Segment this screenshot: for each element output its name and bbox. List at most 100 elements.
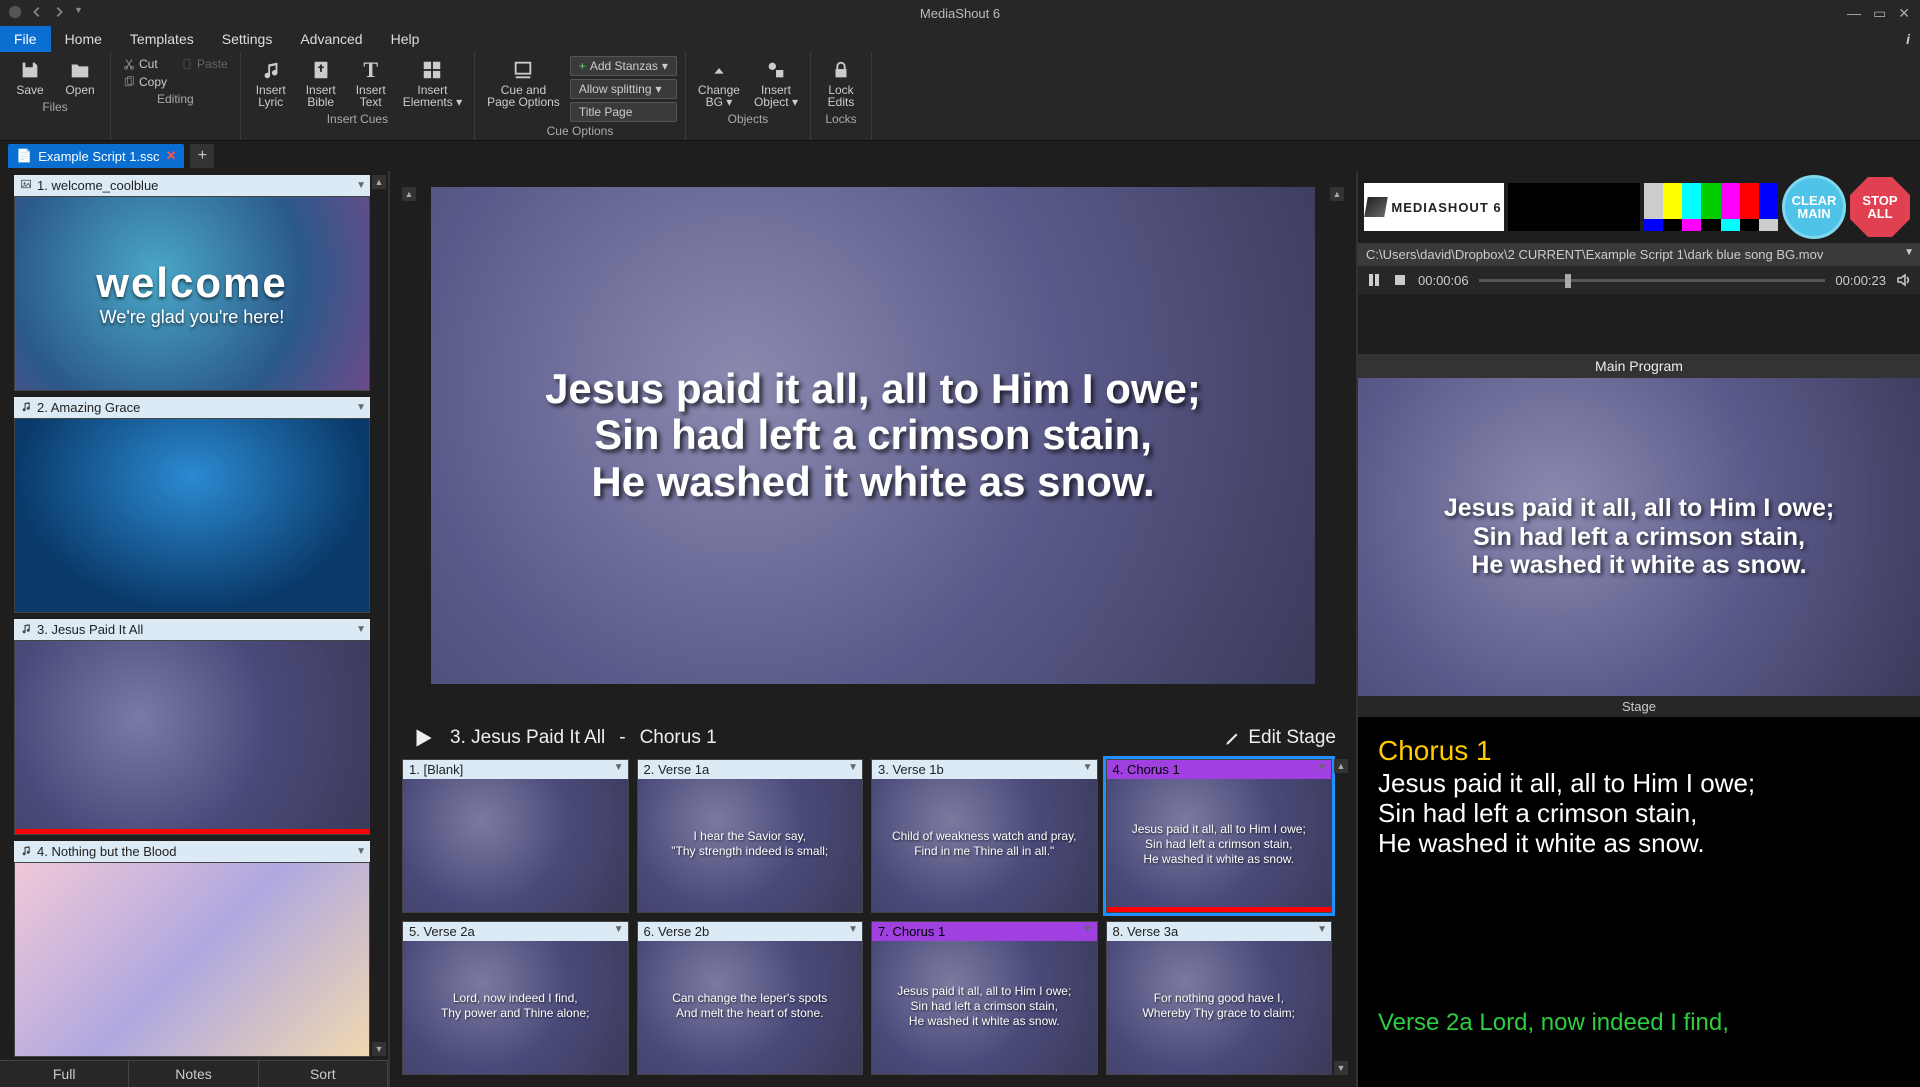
chevron-down-icon[interactable]: ▼ xyxy=(848,762,858,773)
chevron-down-icon[interactable]: ▼ xyxy=(1083,762,1093,773)
chevron-down-icon[interactable]: ▼ xyxy=(1317,924,1327,935)
title-page-button[interactable]: Title Page xyxy=(570,102,677,122)
insert-lyric-button[interactable]: Insert Lyric xyxy=(249,56,293,110)
open-button[interactable]: Open xyxy=(58,56,102,98)
media-path[interactable]: C:\Users\david\Dropbox\2 CURRENT\Example… xyxy=(1358,243,1920,266)
logo-output-button[interactable]: MEDIASHOUT 6 xyxy=(1364,183,1504,231)
scroll-down-icon[interactable]: ▼ xyxy=(372,1042,386,1056)
chevron-down-icon[interactable]: ▼ xyxy=(356,402,366,413)
scroll-up-icon[interactable]: ▲ xyxy=(372,175,386,189)
scroll-right-up-icon[interactable]: ▲ xyxy=(1330,187,1344,201)
pause-icon[interactable] xyxy=(1366,272,1382,288)
allow-splitting-dropdown[interactable]: Allow splitting ▾ xyxy=(570,79,677,99)
titlebar: ▼ MediaShout 6 — ▭ ✕ xyxy=(0,0,1920,26)
chevron-down-icon[interactable]: ▼ xyxy=(74,5,83,22)
scroll-left-up-icon[interactable]: ▲ xyxy=(402,187,416,201)
maximize-button[interactable]: ▭ xyxy=(1873,5,1886,22)
slide-label: 5. Verse 2a xyxy=(409,924,475,939)
tab-active-script[interactable]: 📄 Example Script 1.ssc ✕ xyxy=(8,144,184,168)
cue-thumbnail[interactable]: welcomeWe're glad you're here! xyxy=(14,196,370,391)
slide-text: Can change the leper's spots And melt th… xyxy=(646,946,855,1066)
black-output-button[interactable] xyxy=(1508,183,1640,231)
stop-all-button[interactable]: STOP ALL xyxy=(1850,177,1910,237)
stage-header: Stage xyxy=(1358,696,1920,717)
chevron-down-icon[interactable]: ▼ xyxy=(614,762,624,773)
footer-sort[interactable]: Sort xyxy=(259,1061,388,1087)
cue-item[interactable]: 2. Amazing Grace▼ xyxy=(14,397,370,613)
slide-thumb[interactable]: 5. Verse 2a▼Lord, now indeed I find, Thy… xyxy=(402,921,629,1075)
chevron-down-icon[interactable]: ▼ xyxy=(614,924,624,935)
forward-icon[interactable] xyxy=(52,5,66,22)
slide-thumb[interactable]: 1. [Blank]▼ xyxy=(402,759,629,913)
slide-text: For nothing good have I, Whereby Thy gra… xyxy=(1115,946,1324,1066)
menu-advanced[interactable]: Advanced xyxy=(286,26,376,52)
slide-thumb[interactable]: 4. Chorus 1▼Jesus paid it all, all to Hi… xyxy=(1106,759,1333,913)
ribbon: Save Open Files Cut Copy Paste Editing I… xyxy=(0,52,1920,141)
slides-scroll-up-icon[interactable]: ▲ xyxy=(1334,759,1348,773)
chevron-down-icon[interactable]: ▼ xyxy=(848,924,858,935)
volume-icon[interactable] xyxy=(1896,272,1912,288)
tab-close-icon[interactable]: ✕ xyxy=(166,148,177,164)
cue-thumbnail[interactable] xyxy=(14,640,370,835)
insert-text-button[interactable]: TInsert Text xyxy=(349,56,393,110)
chevron-down-icon[interactable]: ▼ xyxy=(1317,762,1327,773)
slide-label: 6. Verse 2b xyxy=(644,924,710,939)
slide-text: I hear the Savior say, "Thy strength ind… xyxy=(646,784,855,904)
slide-thumb[interactable]: 2. Verse 1a▼I hear the Savior say, "Thy … xyxy=(637,759,864,913)
current-time: 00:00:06 xyxy=(1418,273,1469,288)
chevron-down-icon[interactable]: ▼ xyxy=(356,180,366,191)
seek-slider[interactable] xyxy=(1479,279,1826,282)
program-line-1: Jesus paid it all, all to Him I owe; xyxy=(1444,494,1834,523)
slide-thumb[interactable]: 8. Verse 3a▼For nothing good have I, Whe… xyxy=(1106,921,1333,1075)
group-objects-label: Objects xyxy=(728,110,769,126)
insert-elements-button[interactable]: Insert Elements ▾ xyxy=(399,56,466,110)
slide-preview[interactable]: Jesus paid it all, all to Him I owe; Sin… xyxy=(431,187,1315,684)
app-title: MediaShout 6 xyxy=(920,6,1000,21)
add-tab-button[interactable]: + xyxy=(190,144,214,168)
cue-title: 4. Nothing but the Blood xyxy=(37,844,177,859)
edit-stage-button[interactable]: Edit Stage xyxy=(1224,727,1336,749)
menu-home[interactable]: Home xyxy=(51,26,116,52)
clear-main-button[interactable]: CLEAR MAIN xyxy=(1782,175,1846,239)
stop-icon[interactable] xyxy=(1392,272,1408,288)
slide-thumb[interactable]: 6. Verse 2b ▼ Can change the leper's spots… xyxy=(637,921,864,1075)
menu-file[interactable]: File xyxy=(0,26,51,52)
lock-edits-button[interactable]: Lock Edits xyxy=(819,56,863,110)
close-button[interactable]: ✕ xyxy=(1898,5,1910,22)
cue-item[interactable]: 3. Jesus Paid It All▼ xyxy=(14,619,370,835)
footer-full[interactable]: Full xyxy=(0,1061,129,1087)
cue-thumbnail[interactable] xyxy=(14,862,370,1057)
slides-scroll-down-icon[interactable]: ▼ xyxy=(1334,1061,1348,1075)
copy-button[interactable]: Copy xyxy=(119,74,171,90)
insert-object-button[interactable]: Insert Object ▾ xyxy=(750,56,802,110)
cut-button[interactable]: Cut xyxy=(119,56,171,72)
cue-thumbnail[interactable] xyxy=(14,418,370,613)
current-part: Chorus 1 xyxy=(640,727,717,749)
stage-view: Chorus 1 Jesus paid it all, all to Him I… xyxy=(1358,717,1920,1087)
change-bg-button[interactable]: Change BG ▾ xyxy=(694,56,744,110)
save-button[interactable]: Save xyxy=(8,56,52,98)
menu-help[interactable]: Help xyxy=(377,26,434,52)
slide-text: Child of weakness watch and pray, Find i… xyxy=(880,784,1089,904)
insert-bible-button[interactable]: Insert Bible xyxy=(299,56,343,110)
slide-thumb[interactable]: 7. Chorus 1▼Jesus paid it all, all to Hi… xyxy=(871,921,1098,1075)
chevron-down-icon[interactable]: ▼ xyxy=(1083,924,1093,935)
play-icon[interactable] xyxy=(410,725,436,751)
footer-notes[interactable]: Notes xyxy=(129,1061,258,1087)
chevron-down-icon[interactable]: ▼ xyxy=(356,846,366,857)
info-icon[interactable]: i xyxy=(1906,26,1920,52)
menu-settings[interactable]: Settings xyxy=(208,26,287,52)
test-pattern-button[interactable] xyxy=(1644,183,1778,231)
slide-text xyxy=(411,784,620,904)
slide-thumb[interactable]: 3. Verse 1b▼Child of weakness watch and … xyxy=(871,759,1098,913)
chevron-down-icon[interactable]: ▼ xyxy=(356,624,366,635)
chevron-down-icon[interactable]: ▼ xyxy=(1904,247,1914,258)
menu-templates[interactable]: Templates xyxy=(116,26,208,52)
group-locks-label: Locks xyxy=(825,110,856,126)
cue-item[interactable]: 1. welcome_coolblue▼welcomeWe're glad yo… xyxy=(14,175,370,391)
add-stanzas-button[interactable]: +Add Stanzas ▾ xyxy=(570,56,677,76)
back-icon[interactable] xyxy=(30,5,44,22)
cue-item[interactable]: 4. Nothing but the Blood ▼ xyxy=(14,841,370,1057)
minimize-button[interactable]: — xyxy=(1847,5,1861,22)
cue-page-options-button[interactable]: Cue and Page Options xyxy=(483,56,564,110)
